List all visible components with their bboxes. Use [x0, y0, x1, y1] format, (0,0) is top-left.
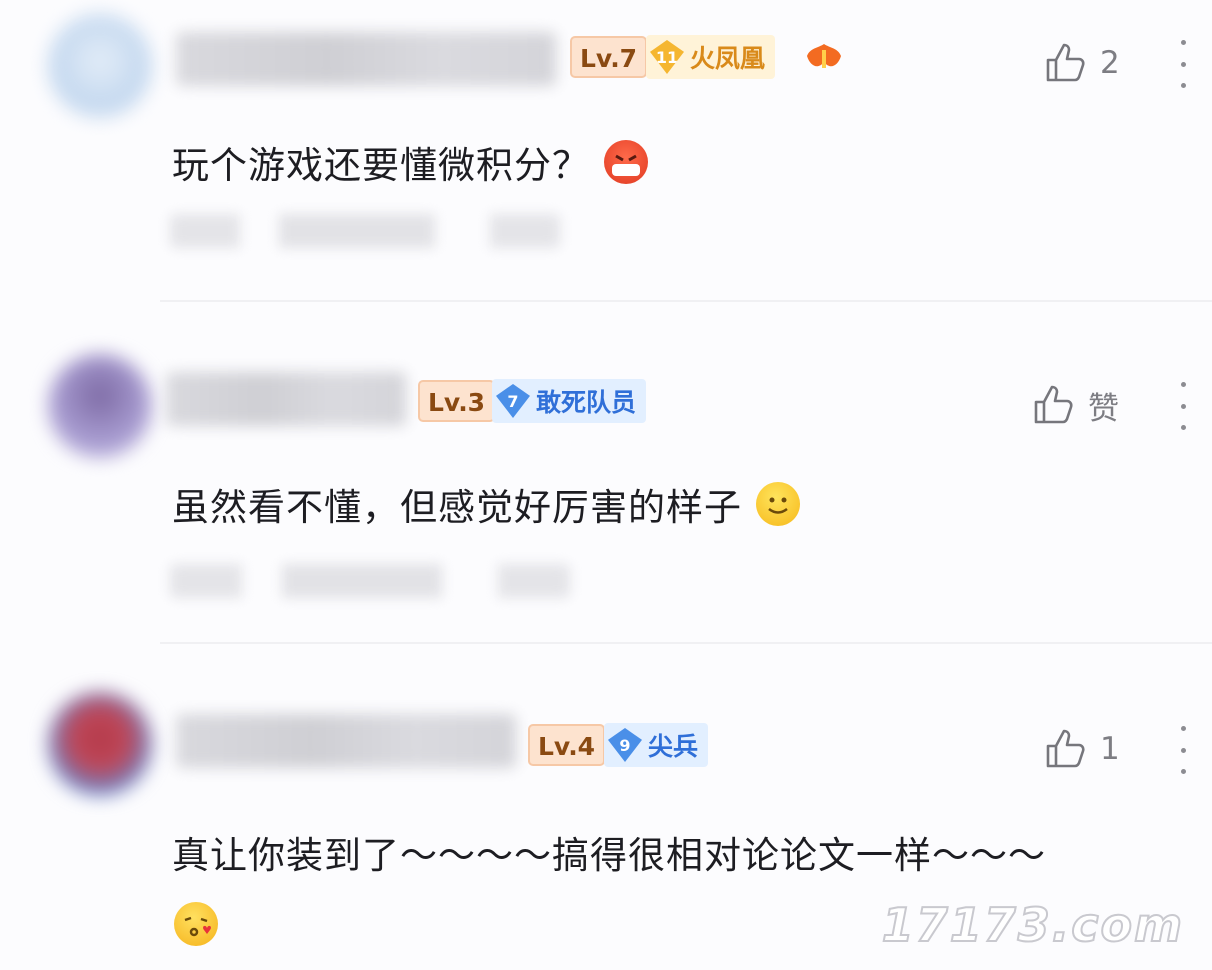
more-menu-icon[interactable] [1176, 40, 1190, 88]
thumbs-up-icon [1046, 729, 1085, 768]
level-badge: Lv.4 [528, 724, 606, 766]
username-blurred[interactable] [166, 372, 406, 426]
like-label: 赞 [1088, 390, 1119, 427]
divider [160, 300, 1212, 302]
avatar[interactable] [48, 354, 152, 458]
rank-gem-icon: 7 [496, 384, 530, 418]
rank-title: 尖兵 [648, 732, 699, 761]
like-count: 1 [1100, 731, 1120, 767]
comment-text: 玩个游戏还要懂微积分？ [172, 140, 648, 192]
thumbs-up-icon [1034, 385, 1073, 424]
more-menu-icon[interactable] [1176, 382, 1190, 430]
thumbs-up-icon [1046, 43, 1085, 82]
comment-list: Lv.7 11 火凤凰 2 玩个游戏还要懂微积分？ Lv.3 7 敢死队员 赞 … [0, 0, 1212, 970]
comment-text: 真让你装到了～～～～搞得很相对论论文一样～～～ [172, 834, 1046, 877]
avatar[interactable] [48, 692, 152, 796]
like-button[interactable]: 赞 [1030, 382, 1119, 428]
rank-title: 火凤凰 [690, 44, 766, 73]
kiss-emoji [174, 902, 218, 946]
angry-mask-emoji [604, 140, 648, 184]
username-blurred[interactable] [176, 714, 516, 768]
comment-text: 虽然看不懂，但感觉好厉害的样子 [172, 482, 800, 534]
like-button[interactable]: 2 [1042, 40, 1120, 86]
phoenix-icon [807, 44, 841, 68]
level-badge: Lv.7 [570, 36, 648, 78]
comment-emoji-row [174, 902, 218, 946]
level-badge: Lv.3 [418, 380, 496, 422]
comment-item: Lv.7 11 火凤凰 2 玩个游戏还要懂微积分？ [0, 0, 1212, 310]
rank-gem-icon: 9 [608, 728, 642, 762]
comment-item: Lv.3 7 敢死队员 赞 虽然看不懂，但感觉好厉害的样子 [0, 330, 1212, 650]
like-count: 2 [1100, 45, 1120, 81]
smile-emoji [756, 482, 800, 526]
rank-badge: 9 尖兵 [604, 723, 709, 767]
rank-badge: 7 敢死队员 [492, 379, 647, 423]
avatar[interactable] [48, 14, 152, 118]
rank-gem-icon: 11 [650, 40, 684, 74]
username-blurred[interactable] [176, 32, 556, 86]
rank-badge: 11 火凤凰 [646, 35, 776, 79]
watermark: 17173.com [881, 897, 1184, 953]
like-button[interactable]: 1 [1042, 726, 1120, 772]
divider [160, 642, 1212, 644]
rank-title: 敢死队员 [536, 388, 637, 417]
comment-meta-blurred [170, 564, 570, 598]
comment-meta-blurred [170, 214, 560, 248]
more-menu-icon[interactable] [1176, 726, 1190, 774]
